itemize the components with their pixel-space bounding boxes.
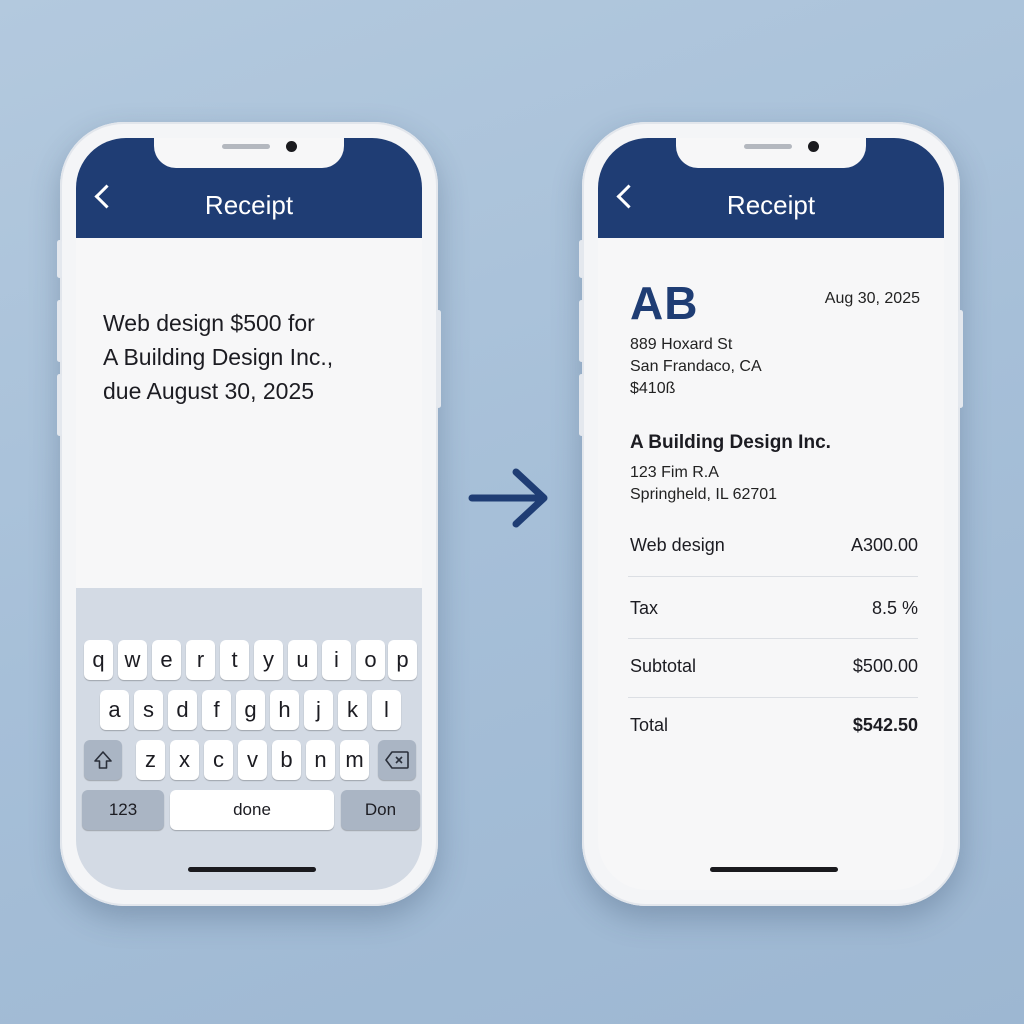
line-item-value: 8.5 % <box>871 598 918 618</box>
key-f[interactable]: f <box>202 690 231 730</box>
key-y[interactable]: y <box>254 640 283 680</box>
key-i[interactable]: i <box>322 640 351 680</box>
key-n[interactable]: n <box>306 740 335 780</box>
key-g[interactable]: g <box>236 690 265 730</box>
key-j[interactable]: j <box>304 690 333 730</box>
line-item-label: Total <box>630 715 669 735</box>
key-m[interactable]: m <box>340 740 369 780</box>
numbers-key[interactable]: 123 <box>82 790 164 830</box>
client-address: 123 Fim R.A Springheld, IL 62701 <box>630 462 777 506</box>
volume-down-button <box>579 374 584 436</box>
line-item-label: Subtotal <box>630 656 697 676</box>
space-key[interactable]: done <box>170 790 334 830</box>
keyboard: q w e r t y u i o p a s d f g h j k l z … <box>76 588 422 890</box>
message-line: A Building Design Inc., <box>103 344 334 370</box>
address-line: $410ß <box>630 380 676 397</box>
key-k[interactable]: k <box>338 690 367 730</box>
header-title: Receipt <box>204 190 294 220</box>
volume-up-button <box>57 300 62 362</box>
address-line: 123 Fim R.A <box>630 464 719 481</box>
key-p[interactable]: p <box>388 640 417 680</box>
key-l[interactable]: l <box>372 690 401 730</box>
shift-key[interactable] <box>84 740 122 780</box>
backspace-icon <box>385 751 409 769</box>
app-header: Receipt <box>76 138 422 238</box>
key-w[interactable]: w <box>118 640 147 680</box>
right-screen: Receipt AB Aug 30, 2025 889 Hoxard St Sa… <box>598 138 944 890</box>
key-z[interactable]: z <box>136 740 165 780</box>
key-b[interactable]: b <box>272 740 301 780</box>
home-indicator[interactable] <box>188 867 316 872</box>
notch <box>676 138 866 168</box>
right-phone: Receipt AB Aug 30, 2025 889 Hoxard St Sa… <box>579 122 963 906</box>
power-button <box>958 310 963 408</box>
volume-down-button <box>57 374 62 436</box>
line-item-label: Web design <box>630 535 725 555</box>
return-key[interactable]: Don <box>341 790 420 830</box>
right-arrow-icon <box>468 468 548 528</box>
mute-switch <box>57 240 62 278</box>
address-line: 889 Hoxard St <box>630 336 733 353</box>
client-name: A Building Design Inc. <box>630 432 831 453</box>
header-title: Receipt <box>726 190 816 220</box>
shift-icon <box>94 751 112 769</box>
message-line: due August 30, 2025 <box>103 378 315 404</box>
address-line: San Frandaco, CA <box>630 358 762 375</box>
divider <box>628 576 918 577</box>
camera-icon <box>808 141 819 152</box>
left-screen: Receipt Web design $500 for A Building D… <box>76 138 422 890</box>
left-phone: Receipt Web design $500 for A Building D… <box>57 122 441 906</box>
sender-address: 889 Hoxard St San Frandaco, CA $410ß <box>630 334 762 400</box>
key-o[interactable]: o <box>356 640 385 680</box>
backspace-key[interactable] <box>378 740 416 780</box>
key-u[interactable]: u <box>288 640 317 680</box>
message-line: Web design $500 for <box>103 310 315 336</box>
key-v[interactable]: v <box>238 740 267 780</box>
app-header: Receipt <box>598 138 944 238</box>
key-x[interactable]: x <box>170 740 199 780</box>
key-r[interactable]: r <box>186 640 215 680</box>
divider <box>628 638 918 639</box>
mute-switch <box>579 240 584 278</box>
power-button <box>436 310 441 408</box>
receipt-date: Aug 30, 2025 <box>824 290 920 307</box>
key-a[interactable]: a <box>100 690 129 730</box>
key-e[interactable]: e <box>152 640 181 680</box>
address-line: Springheld, IL 62701 <box>630 486 778 503</box>
notch <box>154 138 344 168</box>
speaker <box>222 144 270 149</box>
line-item-label: Tax <box>630 598 659 618</box>
key-q[interactable]: q <box>84 640 113 680</box>
key-d[interactable]: d <box>168 690 197 730</box>
message-text[interactable]: Web design $500 for A Building Design In… <box>103 306 403 408</box>
key-h[interactable]: h <box>270 690 299 730</box>
company-logo: AB <box>630 277 699 329</box>
total-value: $542.50 <box>852 715 918 735</box>
line-item-value: $500.00 <box>852 656 918 676</box>
key-s[interactable]: s <box>134 690 163 730</box>
speaker <box>744 144 792 149</box>
home-indicator[interactable] <box>710 867 838 872</box>
key-c[interactable]: c <box>204 740 233 780</box>
volume-up-button <box>579 300 584 362</box>
key-t[interactable]: t <box>220 640 249 680</box>
divider <box>628 697 918 698</box>
line-item-value: A300.00 <box>850 535 918 555</box>
camera-icon <box>286 141 297 152</box>
